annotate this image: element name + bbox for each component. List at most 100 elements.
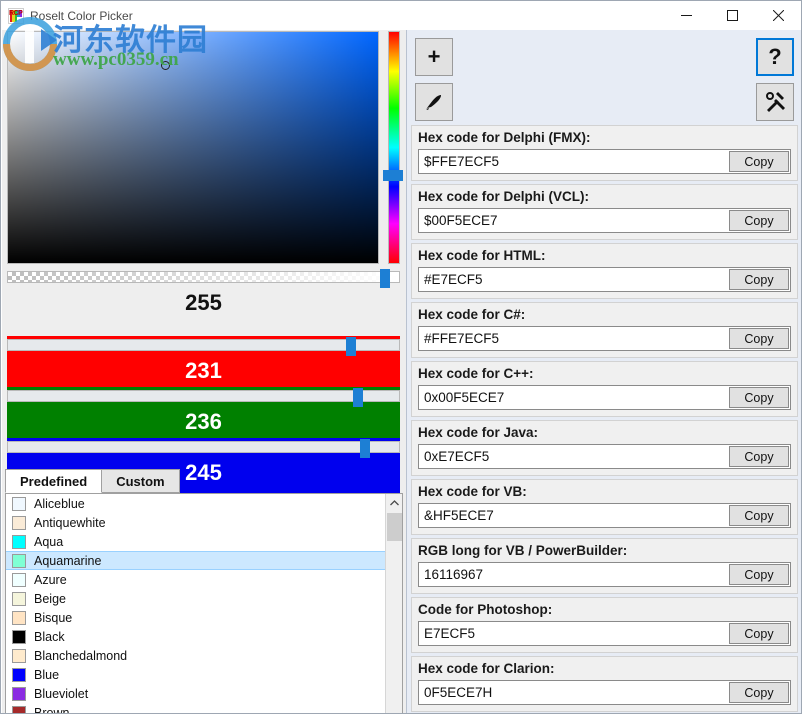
- list-item[interactable]: Aqua: [6, 532, 385, 551]
- close-button[interactable]: [755, 1, 801, 30]
- copy-button-photoshop[interactable]: Copy: [729, 623, 789, 644]
- color-name-label: Bisque: [34, 611, 72, 625]
- tab-custom-label: Custom: [116, 474, 164, 489]
- tab-custom[interactable]: Custom: [101, 469, 179, 493]
- green-slider-knob[interactable]: [353, 388, 363, 407]
- field-label-rgb-long: RGB long for VB / PowerBuilder:: [418, 543, 791, 558]
- copy-button-delphi-vcl[interactable]: Copy: [729, 210, 789, 231]
- list-item[interactable]: Azure: [6, 570, 385, 589]
- field-label-delphi-vcl: Hex code for Delphi (VCL):: [418, 189, 791, 204]
- color-swatch: [12, 649, 26, 663]
- field-group-html: Hex code for HTML: #E7ECF5Copy: [411, 243, 798, 299]
- green-slider-track[interactable]: [7, 390, 400, 402]
- gradient-cursor[interactable]: [161, 61, 170, 70]
- copy-button-java[interactable]: Copy: [729, 446, 789, 467]
- hammer-wrench-icon: [764, 91, 786, 113]
- field-label-photoshop: Code for Photoshop:: [418, 602, 791, 617]
- green-slider-block: 236: [7, 387, 400, 442]
- copy-button-rgb-long[interactable]: Copy: [729, 564, 789, 585]
- alpha-value: 255: [7, 283, 400, 323]
- copy-button-cpp[interactable]: Copy: [729, 387, 789, 408]
- input-rgb-long[interactable]: 16116967: [419, 567, 729, 582]
- add-color-button[interactable]: +: [415, 38, 453, 76]
- color-name-label: Beige: [34, 592, 66, 606]
- color-name-label: Antiquewhite: [34, 516, 106, 530]
- field-label-html: Hex code for HTML:: [418, 248, 791, 263]
- input-delphi-vcl[interactable]: $00F5ECE7: [419, 213, 729, 228]
- color-list-scrollbar[interactable]: [385, 494, 402, 714]
- field-label-delphi-fmx: Hex code for Delphi (FMX):: [418, 130, 791, 145]
- color-name-label: Black: [34, 630, 65, 644]
- color-swatch: [12, 687, 26, 701]
- color-list-rows: Aliceblue Antiquewhite Aqua Aquamarine Azure…: [6, 494, 385, 714]
- maximize-button[interactable]: [709, 1, 755, 30]
- red-slider-track[interactable]: [7, 339, 400, 351]
- tab-predefined[interactable]: Predefined: [5, 469, 102, 493]
- scrollbar-thumb[interactable]: [387, 513, 402, 541]
- color-swatch: [12, 497, 26, 511]
- field-row-clarion: 0F5ECE7HCopy: [418, 680, 791, 705]
- red-slider-block: 231: [7, 336, 400, 391]
- list-item[interactable]: Bisque: [6, 608, 385, 627]
- list-item[interactable]: Blue: [6, 665, 385, 684]
- scroll-up-icon[interactable]: [386, 494, 403, 511]
- color-swatch: [12, 706, 26, 714]
- field-row-cpp: 0x00F5ECE7Copy: [418, 385, 791, 410]
- question-mark-icon: ?: [768, 46, 781, 68]
- input-html[interactable]: #E7ECF5: [419, 272, 729, 287]
- alpha-slider-track[interactable]: [7, 271, 400, 283]
- list-item[interactable]: Black: [6, 627, 385, 646]
- list-item[interactable]: Aquamarine: [6, 551, 385, 570]
- field-row-delphi-fmx: $FFE7ECF5Copy: [418, 149, 791, 174]
- input-vb[interactable]: &HF5ECE7: [419, 508, 729, 523]
- tools-button[interactable]: [756, 83, 794, 121]
- title-bar: RCP Roselt Color Picker: [1, 1, 801, 30]
- color-swatch: [12, 516, 26, 530]
- field-row-delphi-vcl: $00F5ECE7Copy: [418, 208, 791, 233]
- predefined-color-list[interactable]: Aliceblue Antiquewhite Aqua Aquamarine Azure…: [5, 494, 403, 714]
- color-name-label: Aliceblue: [34, 497, 85, 511]
- left-panel: 255 231 236 245: [2, 30, 406, 714]
- blue-slider-knob[interactable]: [360, 439, 370, 458]
- input-clarion[interactable]: 0F5ECE7H: [419, 685, 729, 700]
- input-cpp[interactable]: 0x00F5ECE7: [419, 390, 729, 405]
- list-item[interactable]: Blanchedalmond: [6, 646, 385, 665]
- input-photoshop[interactable]: E7ECF5: [419, 626, 729, 641]
- saturation-value-gradient[interactable]: [7, 31, 379, 264]
- input-delphi-fmx[interactable]: $FFE7ECF5: [419, 154, 729, 169]
- hue-slider-knob[interactable]: [383, 170, 403, 181]
- field-group-csharp: Hex code for C#:#FFE7ECF5Copy: [411, 302, 798, 358]
- input-java[interactable]: 0xE7ECF5: [419, 449, 729, 464]
- list-item[interactable]: Antiquewhite: [6, 513, 385, 532]
- color-name-label: Blue: [34, 668, 59, 682]
- alpha-slider-knob[interactable]: [380, 269, 390, 288]
- help-button[interactable]: ?: [756, 38, 794, 76]
- field-row-rgb-long: 16116967Copy: [418, 562, 791, 587]
- green-value: 236: [7, 402, 400, 442]
- copy-button-html[interactable]: Copy: [729, 269, 789, 290]
- copy-button-vb[interactable]: Copy: [729, 505, 789, 526]
- toolbar: + ?: [407, 30, 802, 125]
- copy-button-delphi-fmx[interactable]: Copy: [729, 151, 789, 172]
- list-item[interactable]: Beige: [6, 589, 385, 608]
- copy-button-csharp[interactable]: Copy: [729, 328, 789, 349]
- red-slider-knob[interactable]: [346, 337, 356, 356]
- palette-tabs: Predefined Custom: [5, 470, 403, 494]
- field-group-delphi-vcl: Hex code for Delphi (VCL): $00F5ECE7Copy: [411, 184, 798, 240]
- color-swatch: [12, 554, 26, 568]
- field-label-java: Hex code for Java:: [418, 425, 791, 440]
- red-value: 231: [7, 351, 400, 391]
- list-item[interactable]: Brown: [6, 703, 385, 714]
- app-icon: RCP: [8, 8, 24, 24]
- color-name-label: Aquamarine: [34, 554, 101, 568]
- color-swatch: [12, 535, 26, 549]
- list-item[interactable]: Blueviolet: [6, 684, 385, 703]
- blue-slider-track[interactable]: [7, 441, 400, 453]
- minimize-button[interactable]: [663, 1, 709, 30]
- input-csharp[interactable]: #FFE7ECF5: [419, 331, 729, 346]
- field-row-java: 0xE7ECF5Copy: [418, 444, 791, 469]
- hue-strip[interactable]: [388, 31, 400, 264]
- list-item[interactable]: Aliceblue: [6, 494, 385, 513]
- eyedropper-button[interactable]: [415, 83, 453, 121]
- copy-button-clarion[interactable]: Copy: [729, 682, 789, 703]
